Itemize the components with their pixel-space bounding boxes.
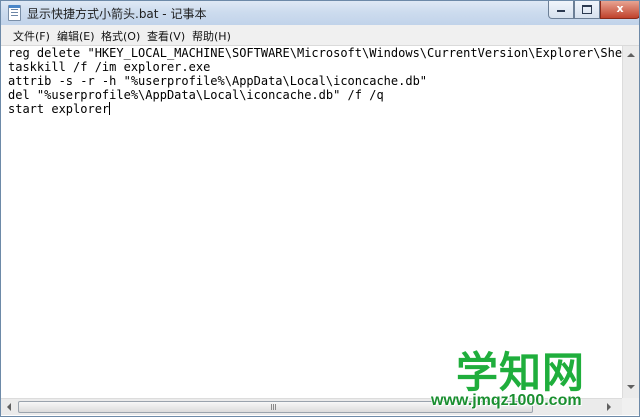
vertical-scrollbar[interactable] <box>622 46 639 398</box>
editor-line-1: reg delete "HKEY_LOCAL_MACHINE\SOFTWARE\… <box>8 46 622 60</box>
arrow-right-icon[interactable] <box>607 403 611 411</box>
minimize-button[interactable] <box>548 1 574 19</box>
text-caret <box>109 102 111 115</box>
editor-line-5: start explorer <box>8 102 110 116</box>
editor-line-4: del "%userprofile%\AppData\Local\iconcac… <box>8 88 384 102</box>
notepad-window: 显示快捷方式小箭头.bat - 记事本 x 文件(F) 编辑(E) 格式(O) … <box>0 0 640 417</box>
menu-bar: 文件(F) 编辑(E) 格式(O) 查看(V) 帮助(H) <box>1 25 639 46</box>
menu-file[interactable]: 文件(F) <box>13 28 50 44</box>
menu-help[interactable]: 帮助(H) <box>192 28 231 44</box>
grip-icon <box>271 404 272 410</box>
close-icon: x <box>616 2 624 15</box>
scrollbar-corner <box>622 398 639 415</box>
title-bar[interactable]: 显示快捷方式小箭头.bat - 记事本 x <box>1 1 639 25</box>
arrow-up-icon[interactable] <box>627 53 635 57</box>
maximize-icon <box>582 5 592 14</box>
maximize-button[interactable] <box>574 1 600 19</box>
minimize-icon <box>557 10 565 12</box>
watermark-brand: 学知网 <box>456 348 586 397</box>
menu-edit[interactable]: 编辑(E) <box>57 28 95 44</box>
notepad-icon[interactable] <box>8 5 21 21</box>
menu-format[interactable]: 格式(O) <box>101 28 140 44</box>
menu-view[interactable]: 查看(V) <box>147 28 185 44</box>
editor-line-2: taskkill /f /im explorer.exe <box>8 60 211 74</box>
arrow-left-icon[interactable] <box>7 403 11 411</box>
window-title: 显示快捷方式小箭头.bat - 记事本 <box>27 7 207 21</box>
editor-line-3: attrib -s -r -h "%userprofile%\AppData\L… <box>8 74 428 88</box>
arrow-down-icon[interactable] <box>627 385 635 389</box>
close-button[interactable]: x <box>600 1 639 19</box>
watermark-url: www.jmqz1000.com <box>431 392 582 409</box>
